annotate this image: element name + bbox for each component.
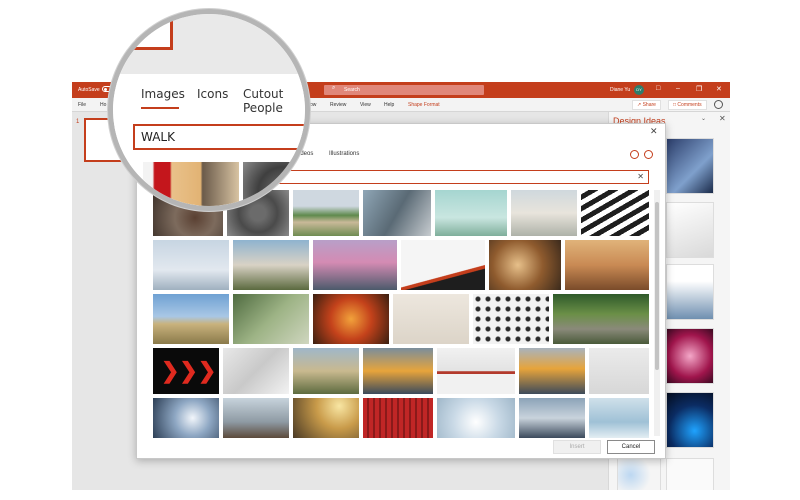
stock-image-thumbnail[interactable] — [153, 398, 219, 438]
magnified-search-value: WALK — [141, 130, 175, 144]
image-gallery: ❯❯❯ — [153, 190, 649, 438]
share-label: Share — [642, 102, 656, 108]
close-icon[interactable]: ✕ — [719, 114, 726, 123]
stock-image-thumbnail[interactable] — [401, 240, 485, 290]
stock-image-thumbnail[interactable] — [435, 190, 507, 236]
stock-image-thumbnail[interactable] — [553, 294, 649, 344]
design-idea-thumbnail[interactable] — [666, 264, 714, 320]
feedback-icon[interactable] — [714, 100, 723, 109]
clear-search-icon[interactable]: ✕ — [637, 172, 644, 181]
frown-icon[interactable] — [644, 150, 653, 159]
stock-image-thumbnail[interactable] — [153, 240, 229, 290]
stock-image-thumbnail[interactable] — [473, 294, 549, 344]
search-placeholder: Search — [344, 87, 360, 93]
autosave-label: AutoSave — [78, 87, 100, 93]
stock-image-thumbnail[interactable] — [519, 398, 585, 438]
search-box[interactable]: ⌕ Search — [324, 85, 484, 95]
design-idea-thumbnail[interactable] — [666, 458, 714, 490]
magnified-image-thumbnail[interactable] — [243, 162, 305, 206]
design-idea-thumbnail[interactable] — [617, 458, 661, 490]
stock-image-thumbnail[interactable] — [437, 348, 515, 394]
stock-image-thumbnail[interactable] — [489, 240, 561, 290]
stock-image-thumbnail[interactable] — [223, 348, 289, 394]
smiley-icon[interactable] — [630, 150, 639, 159]
stock-image-thumbnail[interactable]: ❯❯❯ — [153, 348, 219, 394]
stock-image-thumbnail[interactable] — [363, 348, 433, 394]
chevron-down-icon[interactable]: ⌄ — [701, 115, 706, 122]
stock-image-thumbnail[interactable] — [313, 240, 397, 290]
tab-illustrations[interactable]: Illustrations — [329, 151, 359, 157]
minimize-icon[interactable]: – — [676, 85, 680, 92]
stock-image-thumbnail[interactable] — [363, 398, 433, 438]
tab-images[interactable]: Images — [141, 87, 185, 101]
scrollbar-thumb[interactable] — [655, 202, 659, 370]
design-idea-thumbnail[interactable] — [666, 328, 714, 384]
insert-button[interactable]: Insert — [553, 440, 601, 454]
stock-image-thumbnail[interactable] — [293, 398, 359, 438]
tab-file[interactable]: File — [78, 102, 86, 108]
cancel-button[interactable]: Cancel — [607, 440, 655, 454]
ribbon-display-icon[interactable]: □ — [656, 85, 660, 92]
stock-image-thumbnail[interactable] — [565, 240, 649, 290]
tab-review[interactable]: Review — [330, 102, 346, 108]
comments-button[interactable]: □ Comments — [668, 100, 707, 110]
close-icon[interactable]: ✕ — [716, 85, 722, 93]
magnified-slide-area — [113, 14, 305, 74]
stock-image-thumbnail[interactable] — [233, 294, 309, 344]
stock-image-thumbnail[interactable] — [363, 190, 431, 236]
tab-shape-format[interactable]: Shape Format — [408, 102, 440, 108]
design-idea-thumbnail[interactable] — [666, 138, 714, 194]
tab-help[interactable]: Help — [384, 102, 394, 108]
stock-image-thumbnail[interactable] — [233, 240, 309, 290]
magnifier-callout: Images Icons Cutout People WALK — [108, 9, 310, 211]
stock-image-thumbnail[interactable] — [313, 294, 389, 344]
stock-image-thumbnail[interactable] — [293, 348, 359, 394]
share-button[interactable]: ↗ Share — [632, 100, 661, 110]
user-name: Diane Yu — [610, 87, 631, 93]
design-idea-thumbnail[interactable] — [666, 392, 714, 448]
stock-image-thumbnail[interactable] — [153, 294, 229, 344]
screenshot-stage: AutoSave ⌕ Search Diane Yu DY □ – ❐ ✕ Fi… — [0, 0, 800, 500]
stock-image-thumbnail[interactable] — [511, 190, 577, 236]
close-icon[interactable]: ✕ — [650, 126, 658, 137]
comments-label: Comments — [677, 102, 702, 108]
stock-image-thumbnail[interactable] — [223, 398, 289, 438]
search-icon: ⌕ — [332, 85, 336, 91]
restore-icon[interactable]: ❐ — [696, 85, 702, 93]
tab-icons[interactable]: Icons — [197, 87, 228, 101]
stock-image-thumbnail[interactable] — [393, 294, 469, 344]
stock-image-thumbnail[interactable] — [437, 398, 515, 438]
tab-cutout-people[interactable]: Cutout People — [243, 87, 305, 115]
magnified-image-thumbnail[interactable] — [143, 162, 239, 206]
design-idea-thumbnail[interactable] — [666, 202, 714, 258]
magnified-search-input[interactable]: WALK — [133, 124, 305, 150]
avatar[interactable]: DY — [634, 85, 644, 95]
chevron-right-icon: ❯❯❯ — [161, 358, 217, 383]
slide-number: 1 — [76, 119, 80, 125]
tab-view[interactable]: View — [360, 102, 371, 108]
stock-image-thumbnail[interactable] — [589, 348, 649, 394]
gallery-scrollbar[interactable] — [654, 190, 660, 436]
stock-image-thumbnail[interactable] — [589, 398, 649, 438]
magnified-slide-edge — [113, 14, 173, 50]
active-tab-indicator — [141, 107, 179, 109]
tab-home[interactable]: Ho — [100, 102, 106, 108]
tab-slide-show[interactable]: ow — [310, 102, 316, 108]
stock-image-thumbnail[interactable] — [519, 348, 585, 394]
stock-image-thumbnail[interactable] — [581, 190, 649, 236]
